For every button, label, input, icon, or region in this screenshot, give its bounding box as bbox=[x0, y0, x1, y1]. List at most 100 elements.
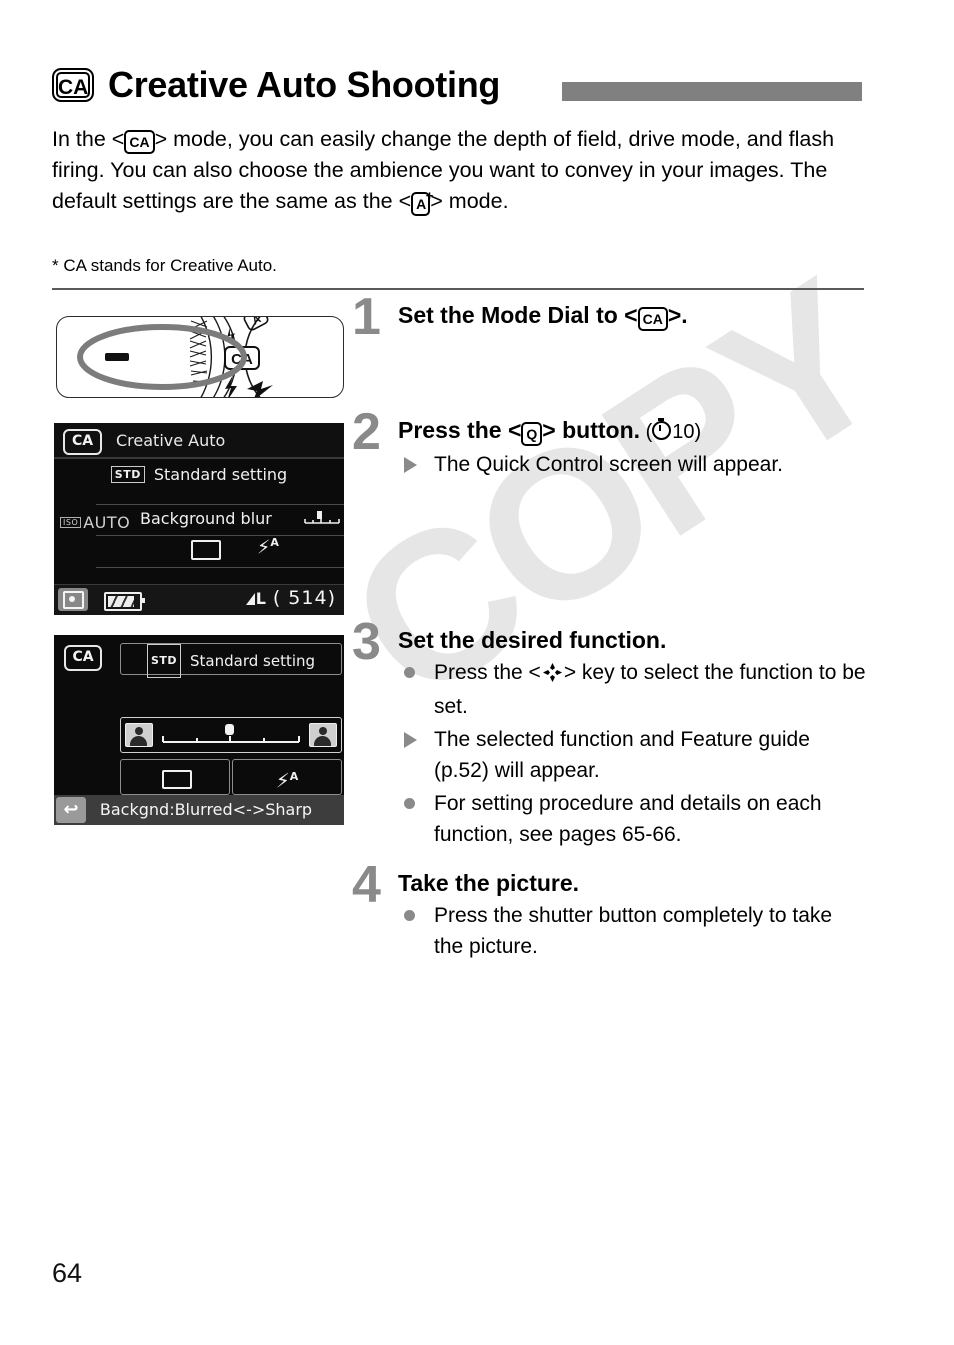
step-3-body: Set the desired function. Press the < > k… bbox=[398, 625, 867, 850]
quality-fine-icon bbox=[245, 593, 255, 605]
step-4-bullet-1-text: Press the shutter button completely to t… bbox=[434, 904, 833, 958]
feature-guide-text: Backgnd:Blurred<->Sharp bbox=[99, 800, 313, 819]
step-3-bullet-3: For setting procedure and details on eac… bbox=[398, 788, 867, 850]
iso-icon: ISO bbox=[60, 517, 82, 528]
step-2-head-suffix: > button. bbox=[542, 417, 641, 443]
lcd2-ca-mode-icon: CA bbox=[64, 645, 102, 671]
step-1-head-prefix: Set the Mode Dial to < bbox=[398, 302, 638, 328]
lcd1-bottom-bar: L ( 514) bbox=[54, 584, 344, 615]
step-3-bullet-2-text: The selected function and Feature guide … bbox=[434, 728, 810, 782]
image-quality-indicator: L bbox=[245, 589, 266, 608]
lcd-quick-control-screen: CA Creative Auto STD Standard setting ISO… bbox=[54, 423, 344, 615]
ca-mode-icon: CA bbox=[52, 68, 94, 102]
intro-paragraph: In the < CA > mode, you can easily change … bbox=[52, 124, 867, 217]
step-2-head-prefix: Press the < bbox=[398, 417, 522, 443]
lcd1-background-blur-label: Background blur bbox=[140, 509, 272, 528]
step-3-bullet-1-text-a: Press the < bbox=[434, 661, 541, 684]
ca-mode-icon-inline: CA bbox=[124, 130, 155, 154]
horizontal-divider bbox=[52, 288, 864, 290]
lcd1-ambience-label: Standard setting bbox=[153, 465, 288, 484]
quick-control-button-icon: Q bbox=[521, 422, 543, 446]
step-2-body: Press the < Q > button. (10) The Quick Con… bbox=[398, 415, 867, 480]
standard-ambience-icon: STD bbox=[146, 644, 182, 678]
step-4-number: 4 bbox=[352, 856, 381, 914]
background-blur-scale bbox=[162, 724, 300, 743]
lcd2-flash-auto-label: A bbox=[289, 770, 299, 783]
step-3-bullet-1: Press the < > key to select the function … bbox=[398, 657, 867, 722]
standard-ambience-icon: STD bbox=[110, 466, 145, 483]
background-blur-slider bbox=[120, 717, 342, 753]
blurred-background-icon bbox=[125, 723, 153, 747]
step-3-bullet-2: The selected function and Feature guide … bbox=[398, 724, 867, 786]
flash-auto-icon: ⚡A bbox=[257, 536, 279, 559]
step-2-bullet-1-text: The Quick Control screen will appear. bbox=[434, 453, 783, 476]
page-number: 64 bbox=[52, 1258, 83, 1288]
page-title: Creative Auto Shooting bbox=[108, 64, 501, 105]
quick-control-icon bbox=[58, 588, 88, 611]
mode-dial-illustration: A + CA bbox=[77, 317, 273, 397]
step-4: 4 Take the picture. Press the shutter bu… bbox=[352, 859, 867, 962]
step-2-timer-note: (10) bbox=[640, 418, 702, 443]
lcd2-flash-cell: ⚡A bbox=[232, 759, 342, 795]
self-timer-icon bbox=[652, 418, 672, 440]
return-arrow-icon: ↩ bbox=[56, 797, 86, 823]
sharp-background-icon bbox=[309, 723, 337, 747]
quality-size-label: L bbox=[255, 589, 266, 608]
step-2-note-close: ) bbox=[694, 421, 702, 443]
step-1: 1 Set the Mode Dial to < CA >. bbox=[352, 291, 867, 343]
step-4-heading: Take the picture. bbox=[398, 870, 580, 896]
triangle-bullet-icon bbox=[404, 457, 417, 473]
step-3-heading: Set the desired function. bbox=[398, 627, 667, 653]
lcd1-background-blur-scale bbox=[304, 511, 340, 524]
lcd1-separator-2 bbox=[96, 535, 344, 536]
mode-dial-figure: A + CA bbox=[56, 316, 344, 398]
step-2-note-open: ( bbox=[645, 421, 653, 443]
lcd1-iso-setting: ISO AUTO bbox=[60, 513, 130, 532]
lcd2-ambience-label: Standard setting bbox=[190, 652, 316, 670]
scene-intelligent-auto-icon: A + bbox=[411, 189, 433, 216]
manual-page: CA Creative Auto Shooting In the < CA > mod… bbox=[0, 0, 954, 1345]
cross-keys-icon bbox=[542, 660, 562, 691]
page-header: CA Creative Auto Shooting bbox=[52, 64, 864, 116]
step-4-body: Take the picture. Press the shutter butt… bbox=[398, 868, 867, 962]
dot-bullet-icon bbox=[404, 667, 415, 678]
header-rule bbox=[562, 82, 862, 101]
step-1-number: 1 bbox=[352, 288, 381, 346]
lcd1-separator-3 bbox=[96, 567, 344, 568]
lcd1-top-bar: CA Creative Auto bbox=[54, 423, 344, 459]
step-4-bullet-1: Press the shutter button completely to t… bbox=[398, 900, 867, 962]
intro-text-part3: > mode. bbox=[430, 189, 509, 213]
lcd2-drive-mode-cell bbox=[120, 759, 230, 795]
shots-remaining: ( 514) bbox=[272, 587, 336, 609]
step-2-note-value: 10 bbox=[672, 421, 695, 443]
lcd1-separator-1 bbox=[96, 504, 344, 505]
dot-bullet-icon bbox=[404, 910, 415, 921]
single-shooting-icon bbox=[162, 770, 192, 789]
aplus-superscript: + bbox=[425, 188, 434, 203]
lcd1-iso-value: AUTO bbox=[83, 513, 131, 532]
footnote: * CA stands for Creative Auto. bbox=[52, 256, 277, 275]
single-shooting-icon bbox=[191, 540, 221, 560]
dot-bullet-icon bbox=[404, 798, 415, 809]
lcd1-ca-mode-icon: CA bbox=[63, 429, 102, 455]
battery-icon bbox=[104, 592, 145, 611]
ca-mode-icon-inline: CA bbox=[637, 307, 668, 331]
step-3-number: 3 bbox=[352, 613, 381, 671]
step-2-bullet-1: The Quick Control screen will appear. bbox=[398, 449, 867, 480]
feature-guide-bar: Backgnd:Blurred<->Sharp ↩ bbox=[54, 795, 344, 825]
lcd1-ambience-row: STD Standard setting bbox=[54, 465, 344, 484]
step-2-number: 2 bbox=[352, 403, 381, 461]
step-3-bullet-3-text: For setting procedure and details on eac… bbox=[434, 792, 822, 846]
lcd-feature-guide-screen: CA STD Standard setting ⚡A Backgnd:Blurre… bbox=[54, 635, 344, 825]
step-1-body: Set the Mode Dial to < CA >. bbox=[398, 300, 867, 332]
step-2: 2 Press the < Q > button. (10) The Quick C… bbox=[352, 406, 867, 480]
triangle-bullet-icon bbox=[404, 732, 417, 748]
lcd2-ambience-row: STD Standard setting bbox=[120, 643, 342, 678]
intro-text-part1: In the < bbox=[52, 127, 125, 151]
lcd1-mode-name: Creative Auto bbox=[116, 431, 226, 450]
lcd1-flash-auto-label: A bbox=[270, 536, 279, 549]
step-1-heading: Set the Mode Dial to < CA >. bbox=[398, 300, 867, 332]
step-2-heading: Press the < Q > button. (10) bbox=[398, 415, 867, 447]
step-3: 3 Set the desired function. Press the < >… bbox=[352, 616, 867, 850]
step-1-head-suffix: >. bbox=[667, 302, 688, 328]
